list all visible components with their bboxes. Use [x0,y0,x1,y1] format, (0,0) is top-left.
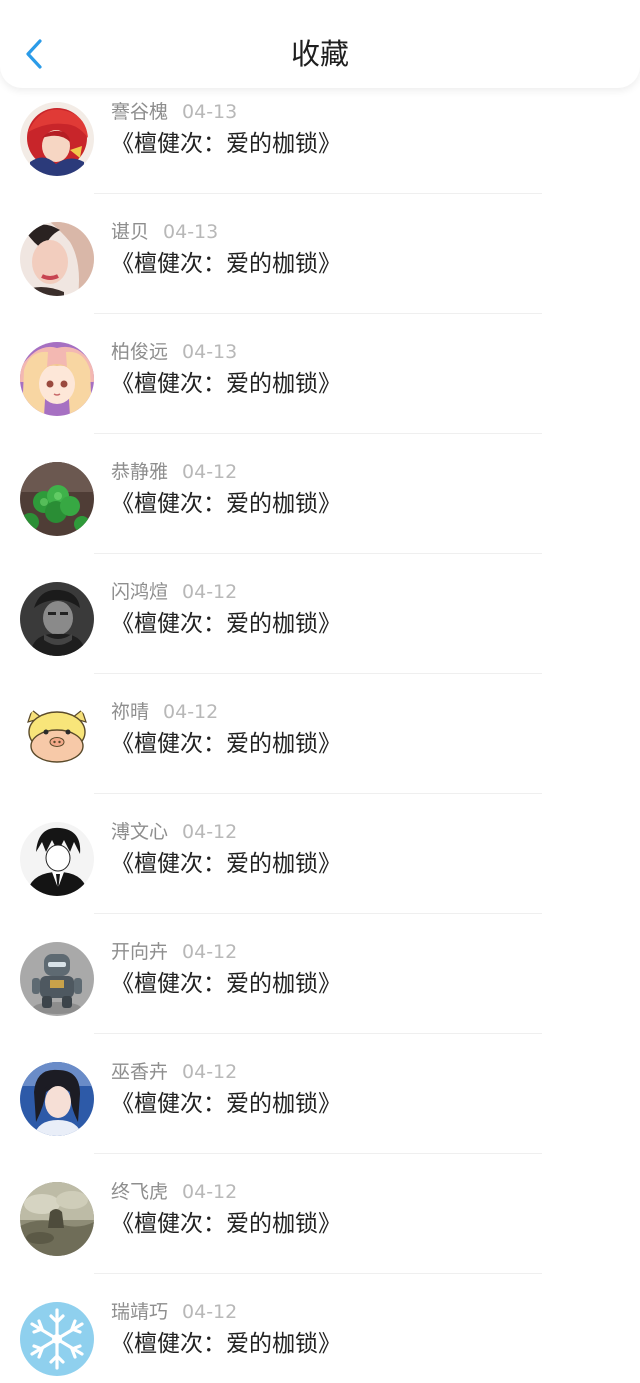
date: 04-13 [163,221,219,243]
avatar[interactable] [20,102,94,176]
list-item[interactable]: 祢晴 04-12 《檀健次：爱的枷锁》 [0,674,640,794]
date: 04-12 [182,1181,238,1203]
list-item[interactable]: 柏俊远 04-13 《檀健次：爱的枷锁》 [0,314,640,434]
username: 巫香卉 [111,1061,169,1083]
item-title: 《檀健次：爱的枷锁》 [111,251,341,277]
woman-photo-avatar-icon [20,222,94,296]
manga-suit-avatar-icon [20,822,94,896]
list-item[interactable]: 瑞靖巧 04-12 《檀健次：爱的枷锁》 [0,1274,640,1383]
username: 謇谷槐 [111,101,169,123]
avatar[interactable] [20,1182,94,1256]
username: 开向卉 [111,941,169,963]
list-item[interactable]: 溥文心 04-12 《檀健次：爱的枷锁》 [0,794,640,914]
date: 04-12 [182,941,238,963]
page-title: 收藏 [290,37,349,71]
anime-red-hair-avatar-icon [20,102,94,176]
username: 瑞靖巧 [111,1301,169,1323]
username: 柏俊远 [111,341,169,363]
date: 04-12 [182,1061,238,1083]
avatar[interactable] [20,462,94,536]
snowflake-avatar-icon [20,1302,94,1376]
robot-figure-avatar-icon [20,942,94,1016]
header-bar: 收藏 [0,0,640,88]
item-title: 《檀健次：爱的枷锁》 [111,1211,341,1237]
clover-leaf-avatar-icon [20,462,94,536]
username: 终飞虎 [111,1181,169,1203]
list-item[interactable]: 谌贝 04-13 《檀健次：爱的枷锁》 [0,194,640,314]
date: 04-13 [182,341,238,363]
date: 04-12 [182,461,238,483]
item-title: 《檀健次：爱的枷锁》 [111,1091,341,1117]
favorites-screen: 謇谷槐 04-13 《檀健次：爱的枷锁》 谌贝 04-13 《檀健次：爱的枷锁》 [0,0,640,1383]
avatar[interactable] [20,1062,94,1136]
list-item[interactable]: 终飞虎 04-12 《檀健次：爱的枷锁》 [0,1154,640,1274]
avatar[interactable] [20,1302,94,1376]
dark-portrait-avatar-icon [20,582,94,656]
item-title: 《檀健次：爱的枷锁》 [111,731,341,757]
avatar[interactable] [20,342,94,416]
username: 恭静雅 [111,461,169,483]
anime-girl-avatar-icon [20,342,94,416]
date: 04-12 [163,701,219,723]
avatar[interactable] [20,942,94,1016]
list-item[interactable]: 恭静雅 04-12 《檀健次：爱的枷锁》 [0,434,640,554]
list-item[interactable]: 巫香卉 04-12 《檀健次：爱的枷锁》 [0,1034,640,1154]
date: 04-12 [182,581,238,603]
cloudy-landscape-avatar-icon [20,1182,94,1256]
avatar[interactable] [20,822,94,896]
username: 谌贝 [111,221,150,243]
girl-photo-avatar-icon [20,1062,94,1136]
list-item[interactable]: 开向卉 04-12 《檀健次：爱的枷锁》 [0,914,640,1034]
date: 04-12 [182,1301,238,1323]
date: 04-12 [182,821,238,843]
avatar[interactable] [20,222,94,296]
item-title: 《檀健次：爱的枷锁》 [111,971,341,997]
avatar[interactable] [20,702,94,776]
username: 闪鸿煊 [111,581,169,603]
item-title: 《檀健次：爱的枷锁》 [111,491,341,517]
username: 祢晴 [111,701,150,723]
item-title: 《檀健次：爱的枷锁》 [111,1331,341,1357]
avatar[interactable] [20,582,94,656]
pig-cartoon-avatar-icon [20,702,94,776]
item-title: 《檀健次：爱的枷锁》 [111,131,341,157]
date: 04-13 [182,101,238,123]
list-item[interactable]: 謇谷槐 04-13 《檀健次：爱的枷锁》 [0,74,640,194]
list-item[interactable]: 闪鸿煊 04-12 《檀健次：爱的枷锁》 [0,554,640,674]
item-title: 《檀健次：爱的枷锁》 [111,371,341,397]
item-title: 《檀健次：爱的枷锁》 [111,611,341,637]
item-title: 《檀健次：爱的枷锁》 [111,851,341,877]
username: 溥文心 [111,821,169,843]
